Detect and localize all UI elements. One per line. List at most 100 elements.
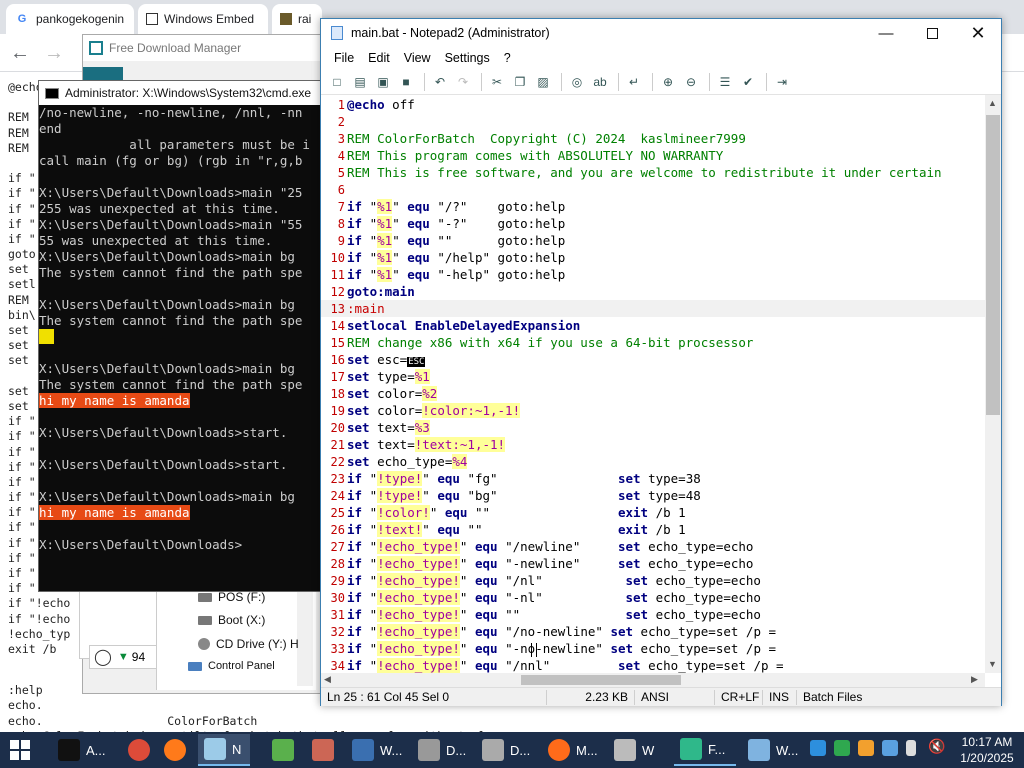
line-number: 32 bbox=[330, 625, 345, 639]
code-token: echo_type=set /p = bbox=[633, 624, 777, 639]
undo-button[interactable]: ↶ bbox=[430, 72, 450, 92]
save-button[interactable]: ■ bbox=[396, 72, 416, 92]
editor-area[interactable]: 1 @echo off 2 3 REM ColorForBatch Copyright … bbox=[321, 95, 985, 673]
browse-button[interactable]: ▣ bbox=[373, 72, 393, 92]
fdm-speed-box[interactable]: ◯ ▼ 94 bbox=[89, 645, 159, 669]
code-token: "/newline" bbox=[497, 539, 618, 554]
taskbar-item[interactable]: W... bbox=[346, 734, 408, 766]
cmd-title-bar[interactable]: Administrator: X:\Windows\System32\cmd.e… bbox=[39, 81, 331, 105]
cmd-line-text: X:\Users\Default\Downloads>main bg bbox=[39, 489, 295, 504]
browser-tab[interactable]: G pankogekogenin bbox=[6, 4, 134, 34]
code-token: color= bbox=[369, 386, 423, 401]
menu-view[interactable]: View bbox=[397, 51, 438, 65]
code-line: 18 set color=%2 bbox=[321, 385, 985, 402]
line-number: 15 bbox=[330, 336, 345, 350]
cut-button[interactable]: ✂ bbox=[487, 72, 507, 92]
taskbar-item[interactable] bbox=[266, 734, 294, 766]
code-line: 33 if "!echo_type!" equ "-no-newline" set… bbox=[321, 640, 985, 657]
drive-item[interactable]: Control Panel bbox=[188, 660, 275, 672]
line-number: 16 bbox=[330, 353, 345, 367]
usb-tray-icon[interactable] bbox=[906, 740, 916, 756]
exit-button[interactable]: ⇥ bbox=[772, 72, 792, 92]
code-token: " bbox=[429, 505, 445, 520]
code-token: " bbox=[362, 505, 378, 520]
volume-muted-icon[interactable]: 🔇 bbox=[928, 738, 945, 754]
start-button[interactable] bbox=[4, 734, 36, 766]
redo-button[interactable]: ↷ bbox=[453, 72, 473, 92]
code-token: " bbox=[362, 556, 378, 571]
code-token: @echo bbox=[347, 97, 385, 112]
status-encoding[interactable]: ANSI bbox=[635, 689, 715, 705]
menu-help[interactable]: ? bbox=[497, 51, 518, 65]
taskbar-item[interactable]: W bbox=[608, 734, 670, 766]
forward-button[interactable]: → bbox=[40, 39, 68, 67]
drive-item[interactable]: Boot (X:) bbox=[198, 613, 265, 627]
line-number: 13 bbox=[330, 302, 345, 316]
code-line: 11 if "%1" equ "-help" goto:help bbox=[321, 266, 985, 283]
maximize-button[interactable] bbox=[909, 19, 955, 47]
taskbar-item[interactable]: F... bbox=[674, 734, 736, 766]
code-token: %1 bbox=[377, 267, 393, 282]
copy-button[interactable]: ❐ bbox=[510, 72, 530, 92]
speed-label: 94 bbox=[131, 650, 146, 664]
new-file-button[interactable]: □ bbox=[327, 72, 347, 92]
vertical-scrollbar[interactable]: ▲ ▼ bbox=[985, 95, 1001, 673]
menu-edit[interactable]: Edit bbox=[361, 51, 397, 65]
taskbar-item[interactable] bbox=[122, 734, 150, 766]
code-token: set bbox=[347, 420, 370, 435]
display-tray-icon[interactable] bbox=[858, 740, 874, 756]
taskbar-item[interactable]: D... bbox=[412, 734, 474, 766]
drive2-icon bbox=[482, 739, 504, 761]
scroll-down-icon[interactable]: ▼ bbox=[988, 659, 997, 669]
zoom-in-button[interactable]: ⊕ bbox=[658, 72, 678, 92]
drive-item[interactable]: CD Drive (Y:) H bbox=[198, 637, 299, 651]
paste-button[interactable]: ▨ bbox=[533, 72, 553, 92]
word-wrap-button[interactable]: ↵ bbox=[624, 72, 644, 92]
taskbar-item[interactable] bbox=[306, 734, 342, 766]
onscreen-tray-icon[interactable] bbox=[882, 740, 898, 756]
network-tray-icon[interactable] bbox=[810, 740, 826, 756]
toolbar-separator bbox=[652, 72, 653, 91]
scroll-thumb[interactable] bbox=[521, 675, 681, 685]
horizontal-scrollbar[interactable]: ◀ ▶ bbox=[321, 673, 985, 687]
notepad-green-icon bbox=[272, 739, 294, 761]
taskbar-item[interactable]: A... bbox=[52, 734, 124, 766]
customize-button[interactable]: ✔ bbox=[738, 72, 758, 92]
cmd-output[interactable]: /no-newline, -no-newline, /nnl, -nn end a… bbox=[39, 105, 331, 593]
taskbar-clock[interactable]: 10:17 AM 1/20/2025 bbox=[956, 734, 1018, 766]
status-scheme[interactable]: Batch Files bbox=[797, 690, 868, 705]
drive-icon bbox=[418, 739, 440, 761]
scroll-right-icon[interactable]: ▶ bbox=[971, 674, 978, 685]
menu-settings[interactable]: Settings bbox=[438, 51, 497, 65]
scroll-up-icon[interactable]: ▲ bbox=[988, 98, 997, 108]
fdm-tray-icon[interactable] bbox=[834, 740, 850, 756]
menu-file[interactable]: File bbox=[327, 51, 361, 65]
taskbar-item[interactable] bbox=[158, 734, 186, 766]
status-mode[interactable]: INS bbox=[763, 689, 797, 705]
status-eol[interactable]: CR+LF bbox=[715, 689, 763, 705]
close-button[interactable]: ✕ bbox=[955, 19, 1001, 47]
open-button[interactable]: ▤ bbox=[350, 72, 370, 92]
scroll-left-icon[interactable]: ◀ bbox=[324, 674, 331, 685]
code-line: 13:main bbox=[321, 300, 985, 317]
browser-tab[interactable]: rai bbox=[272, 4, 322, 34]
taskbar-item[interactable]: D... bbox=[476, 734, 538, 766]
explorer-scrollbar[interactable] bbox=[297, 590, 313, 686]
scroll-thumb[interactable] bbox=[986, 115, 1000, 415]
fdm-title-bar[interactable]: Free Download Manager bbox=[83, 35, 333, 61]
back-button[interactable]: ← bbox=[6, 39, 34, 67]
taskbar-item[interactable]: M... bbox=[542, 734, 604, 766]
back-arrow-icon: ← bbox=[10, 41, 30, 64]
line-number: 27 bbox=[330, 540, 345, 554]
zoom-out-button[interactable]: ⊖ bbox=[681, 72, 701, 92]
minimize-button[interactable]: — bbox=[863, 19, 909, 47]
code-lines: 1 @echo off 2 3 REM ColorForBatch Copyright … bbox=[321, 95, 985, 673]
find-button[interactable]: ◎ bbox=[567, 72, 587, 92]
replace-button[interactable]: ab bbox=[590, 72, 610, 92]
scheme-button[interactable]: ☰ bbox=[715, 72, 735, 92]
taskbar-item[interactable]: N bbox=[198, 734, 250, 766]
browser-tab[interactable]: Windows Embed bbox=[138, 4, 268, 34]
code-line: 8 if "%1" equ "-?" goto:help bbox=[321, 215, 985, 232]
cmd-line-text: X:\Users\Default\Downloads>main bg bbox=[39, 249, 295, 264]
taskbar-item[interactable]: W... bbox=[742, 734, 804, 766]
